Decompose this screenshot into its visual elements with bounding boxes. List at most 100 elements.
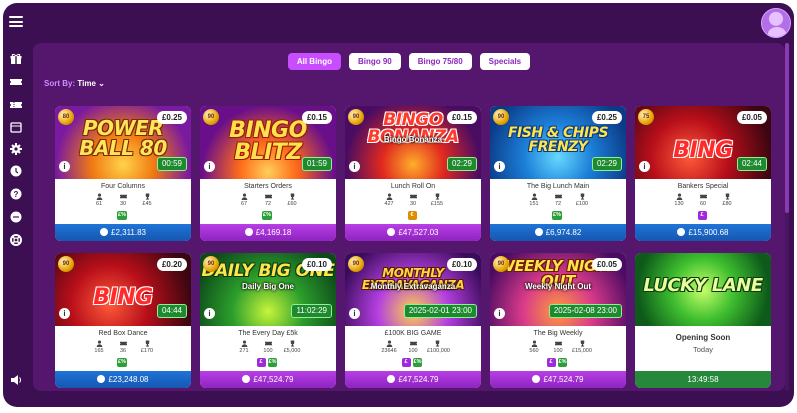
info-icon[interactable]: i [349,308,360,319]
ticket-icon [258,193,278,200]
user-icon [524,340,544,347]
chat-icon[interactable] [9,211,23,225]
info-icon[interactable]: i [639,161,650,172]
bingo-ball-icon: 90 [203,256,219,272]
players-stat-value: 427 [384,201,394,207]
ticket-icon [548,340,568,347]
trophy-icon [282,193,302,200]
game-features: £ £% [490,358,626,367]
info-icon[interactable]: i [494,161,505,172]
bingo-ball-icon: 90 [493,109,509,125]
game-card[interactable]: BING 90 £0.20 04:44 i Red Box Dance 165 36 £170 £… [55,253,191,388]
prize-stat: £60 [282,193,302,207]
jackpot-bar: £2,311.83 [55,224,191,241]
players-stat: 560 [524,340,544,354]
jackpot-amount: £4,169.18 [255,228,292,237]
info-icon[interactable]: i [349,161,360,172]
tickets-stat-value: 100 [553,348,563,354]
sort-by-dropdown[interactable]: Sort By: Time ⌄ [44,79,105,88]
scrollbar[interactable] [785,43,789,391]
game-name: Red Box Dance [98,330,148,337]
pound-tag-feature-icon: £% [412,358,423,367]
sort-by-value: Time [77,79,96,88]
players-stat-value: 271 [239,348,249,354]
info-icon[interactable]: i [59,161,70,172]
prize-stat: £80 [717,193,737,207]
players-stat: 23646 [379,340,399,354]
jackpot-coin-icon [387,228,396,236]
user-icon [379,340,399,347]
game-stats: 165 36 £170 [55,340,191,354]
game-stats: 271 100 £5,000 [200,340,336,354]
chevron-down-icon: ⌄ [98,79,105,88]
game-stats: 130 60 £80 [635,193,771,207]
game-type-tabs: All Bingo Bingo 90 Bingo 75/80 Specials [33,53,785,70]
game-logo-text: LUCKY LANE [643,275,763,296]
info-icon[interactable]: i [59,308,70,319]
tickets-stat: 60 [693,193,713,207]
start-time-badge: 02:29 [591,157,622,171]
tab-bingo-90[interactable]: Bingo 90 [348,53,401,70]
bingo-ball-icon: 90 [493,256,509,272]
scrollbar-thumb[interactable] [785,43,789,213]
trophy-icon [572,193,592,200]
sidebar: ? [3,45,29,407]
sound-icon[interactable] [9,373,23,387]
game-card[interactable]: MONTHLY EXTRAVAGANZA Monthly Extravaganza… [345,253,481,388]
jackpot-coin-icon [242,375,251,383]
game-name: Starters Orders [244,183,292,190]
game-subtitle: Bingo Bonanza [383,135,443,144]
game-card[interactable]: POWER BALL 80 80 £0.25 00:59 i Four Columns 61… [55,106,191,241]
game-stats: 67 72 £60 [200,193,336,207]
tab-specials[interactable]: Specials [479,53,531,70]
start-time-badge: 00:59 [156,157,187,171]
trophy-icon [282,340,302,347]
tickets-stat-value: 60 [699,201,707,207]
game-card[interactable]: WEEKLY NIGHT OUT Weekly Night Out 90 £0.05 2… [490,253,626,388]
jackpot-amount: £23,248.08 [108,375,149,384]
tab-all-bingo[interactable]: All Bingo [287,53,341,70]
ticket-price-badge: £0.05 [736,111,767,124]
ticket-alt-icon[interactable] [9,99,23,113]
game-features: £% [490,211,626,220]
game-card[interactable]: LUCKY LANE Opening Soon Today 13:49:58 [635,253,771,388]
jackpot-bar: £47,524.79 [200,371,336,388]
start-time-badge: 01:59 [301,157,332,171]
ticket-icon[interactable] [9,76,23,90]
bingo-ball-icon: 80 [58,109,74,125]
game-card[interactable]: BINGO BLITZ 90 £0.15 01:59 i Starters Orders 6… [200,106,336,241]
info-icon[interactable]: i [204,308,215,319]
game-banner: BING 90 £0.20 04:44 i [55,253,191,326]
game-features: £ [635,211,771,220]
jackpot-bar: £4,169.18 [200,224,336,241]
players-stat: 165 [89,340,109,354]
start-time-badge: 02:29 [446,157,477,171]
countdown-value: 13:49:58 [687,375,719,384]
game-features: £ £% [345,358,481,367]
game-card[interactable]: BINGO BONANZA Bingo Bonanza 90 £0.15 02:29 i L… [345,106,481,241]
game-grid: POWER BALL 80 80 £0.25 00:59 i Four Columns 61… [55,106,771,388]
tickets-stat-value: 72 [554,201,562,207]
game-banner: BINGO BLITZ 90 £0.15 01:59 i [200,106,336,179]
help-icon[interactable]: ? [9,188,23,202]
avatar[interactable] [761,8,791,38]
game-banner: DAILY BIG ONE Daily Big One 90 £0.10 11:02:2… [200,253,336,326]
calendar-icon[interactable] [9,121,23,135]
user-icon [234,193,254,200]
jackpot-bar: £15,900.68 [635,224,771,241]
game-card[interactable]: BING 75 £0.05 02:44 i Bankers Special 130 60 £80… [635,106,771,241]
settings-icon[interactable] [9,143,23,157]
menu-icon[interactable] [9,16,23,27]
game-card[interactable]: FISH & CHIPS FRENZY 90 £0.25 02:29 i The Big … [490,106,626,241]
prize-stat-value: £80 [722,201,732,207]
ticket-icon [693,193,713,200]
game-name: The Every Day £5k [238,330,298,337]
tab-bingo-75-80[interactable]: Bingo 75/80 [408,53,472,70]
game-card[interactable]: DAILY BIG ONE Daily Big One 90 £0.10 11:02:2… [200,253,336,388]
clock-icon[interactable] [9,165,23,179]
jackpot-bar: £47,527.03 [345,224,481,241]
info-icon[interactable]: i [494,308,505,319]
gift-icon[interactable] [9,53,23,67]
info-icon[interactable]: i [204,161,215,172]
lifebuoy-icon[interactable] [9,234,23,248]
